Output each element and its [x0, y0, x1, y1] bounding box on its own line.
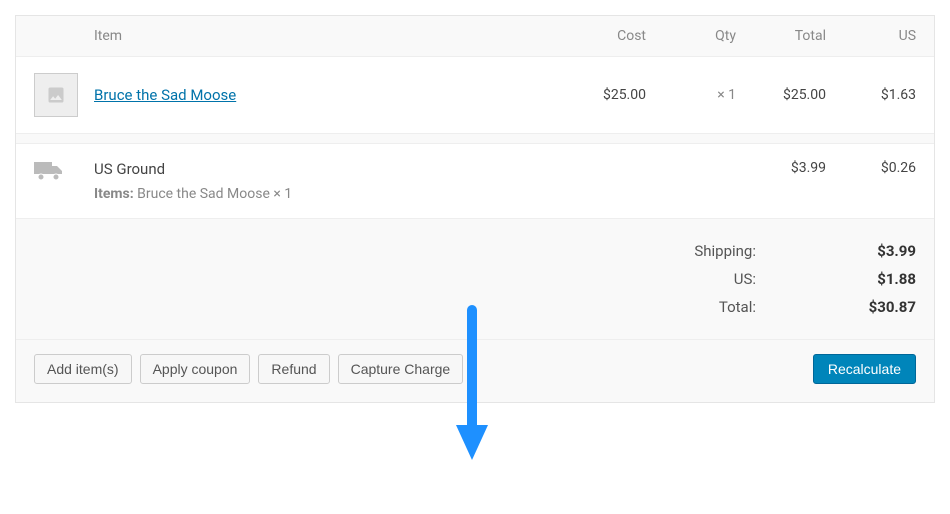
totals-tax-value: $1.88: [756, 270, 916, 288]
truck-icon: [34, 160, 64, 182]
shipping-tax: $0.26: [826, 160, 916, 176]
add-items-button[interactable]: Add item(s): [34, 354, 132, 384]
table-header: Item Cost Qty Total US: [16, 16, 934, 56]
actions-bar: Add item(s) Apply coupon Refund Capture …: [16, 339, 934, 402]
shipping-row: US Ground Items: Bruce the Sad Moose × 1…: [16, 143, 934, 218]
totals-shipping-label: Shipping:: [596, 242, 756, 260]
line-total: $25.00: [736, 87, 826, 103]
shipping-method: US Ground: [94, 160, 556, 178]
order-items-panel: Item Cost Qty Total US Bruce the Sad Moo…: [15, 15, 935, 403]
image-placeholder-icon: [46, 85, 66, 105]
refund-button[interactable]: Refund: [258, 354, 329, 384]
capture-charge-button[interactable]: Capture Charge: [338, 354, 464, 384]
header-qty: Qty: [646, 28, 736, 44]
header-cost: Cost: [556, 28, 646, 44]
line-qty: × 1: [646, 87, 736, 103]
line-cost: $25.00: [556, 87, 646, 103]
header-item: Item: [94, 28, 556, 44]
totals-total-label: Total:: [596, 298, 756, 316]
totals-section: Shipping: $3.99 US: $1.88 Total: $30.87: [16, 218, 934, 339]
line-item-row: Bruce the Sad Moose $25.00 × 1 $25.00 $1…: [16, 56, 934, 133]
product-link[interactable]: Bruce the Sad Moose: [94, 86, 236, 104]
shipping-items-line: Items: Bruce the Sad Moose × 1: [94, 186, 556, 202]
product-thumbnail-placeholder: [34, 73, 78, 117]
line-tax: $1.63: [826, 87, 916, 103]
totals-total-value: $30.87: [756, 298, 916, 316]
shipping-total: $3.99: [736, 160, 826, 176]
header-tax: US: [826, 28, 916, 44]
recalculate-button[interactable]: Recalculate: [813, 354, 916, 384]
header-total: Total: [736, 28, 826, 44]
totals-tax-label: US:: [596, 270, 756, 288]
shipping-items-label: Items:: [94, 186, 134, 202]
shipping-items-text: Bruce the Sad Moose × 1: [137, 186, 292, 202]
apply-coupon-button[interactable]: Apply coupon: [140, 354, 251, 384]
totals-shipping-value: $3.99: [756, 242, 916, 260]
